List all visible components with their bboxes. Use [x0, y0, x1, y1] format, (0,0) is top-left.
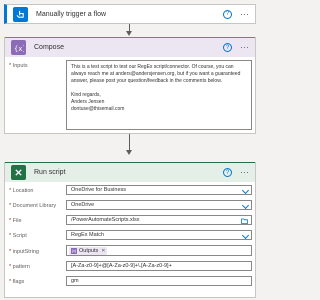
connector-arrow-icon [126, 31, 132, 36]
run-script-header[interactable]: Run script ? ··· [5, 162, 255, 182]
script-label: * Script [9, 233, 27, 239]
inputs-line: answer, please post your question/feedba… [71, 78, 222, 84]
trigger-header[interactable]: Manually trigger a flow ? ··· [7, 5, 255, 23]
location-value: OneDrive for Business [71, 187, 127, 193]
chevron-down-icon [241, 231, 250, 239]
remove-token-icon[interactable]: ✕ [101, 248, 105, 254]
compose-header[interactable]: {x} Compose ? ··· [5, 37, 255, 57]
inputs-line: always reach me at anders@andersjensen.o… [71, 71, 241, 77]
run-script-card[interactable]: Run script ? ··· * Location OneDrive for… [4, 162, 256, 298]
trigger-card[interactable]: Manually trigger a flow ? ··· [4, 4, 256, 24]
chevron-down-icon [241, 186, 250, 194]
inputs-line: Anders Jensen [71, 99, 105, 105]
location-dropdown[interactable]: OneDrive for Business [66, 185, 252, 195]
inputs-line: Kind regards, [71, 92, 101, 98]
document-library-value: OneDrive [71, 202, 95, 208]
chevron-down-icon [241, 201, 250, 209]
input-string-field[interactable]: {x} Outputs ✕ [66, 245, 252, 256]
script-value: RegEx Match [71, 232, 105, 238]
document-library-label: * Document Library [9, 203, 57, 209]
inputs-label: * Inputs [9, 63, 28, 69]
hand-pointer-icon [16, 10, 24, 18]
more-options-icon[interactable]: ··· [240, 168, 249, 177]
compose-token-icon: {x} [71, 247, 77, 254]
inputs-line: dontuse@thisemail.com [71, 106, 125, 112]
more-options-icon[interactable]: ··· [240, 9, 249, 19]
inputs-line: This is a test script to test our RegEx … [71, 64, 234, 70]
pattern-label: * pattern [9, 264, 30, 270]
input-string-label: * inputString [9, 249, 39, 255]
script-dropdown[interactable]: RegEx Match [66, 230, 252, 240]
flags-label: * flags [9, 279, 25, 285]
compose-card[interactable]: {x} Compose ? ··· * Inputs This is a tes… [4, 37, 256, 134]
compose-title: Compose [34, 44, 64, 51]
flags-value: gm [71, 278, 79, 284]
run-script-title: Run script [34, 169, 66, 176]
pattern-value: [A-Za-z0-9]+@[A-Za-z0-9]+\.[A-Za-z0-9]+ [71, 263, 172, 269]
svg-text:{x}: {x} [14, 45, 24, 52]
more-options-icon[interactable]: ··· [240, 43, 249, 52]
manual-trigger-icon [13, 6, 28, 22]
braces-icon: {x} [14, 45, 24, 52]
file-picker[interactable]: /PowerAutomateScripts.xlsx [66, 215, 252, 225]
excel-x-icon [15, 169, 22, 176]
outputs-token[interactable]: {x} Outputs ✕ [69, 246, 108, 255]
inputs-textarea[interactable]: This is a test script to test our RegEx … [66, 60, 252, 130]
file-label: * File [9, 218, 22, 224]
inputs-line [71, 85, 247, 92]
file-value: /PowerAutomateScripts.xlsx [71, 217, 140, 223]
help-icon[interactable]: ? [223, 43, 232, 52]
help-icon[interactable]: ? [223, 9, 232, 19]
trigger-title: Manually trigger a flow [36, 10, 107, 18]
help-icon[interactable]: ? [223, 168, 232, 177]
excel-icon [11, 165, 26, 180]
flags-input[interactable]: gm [66, 276, 252, 286]
folder-icon[interactable] [241, 218, 248, 224]
connector-arrow-icon [126, 150, 132, 155]
compose-icon: {x} [11, 40, 26, 55]
location-label: * Location [9, 188, 34, 194]
document-library-dropdown[interactable]: OneDrive [66, 200, 252, 210]
pattern-input[interactable]: [A-Za-z0-9]+@[A-Za-z0-9]+\.[A-Za-z0-9]+ [66, 261, 252, 271]
outputs-token-label: Outputs [79, 247, 99, 254]
